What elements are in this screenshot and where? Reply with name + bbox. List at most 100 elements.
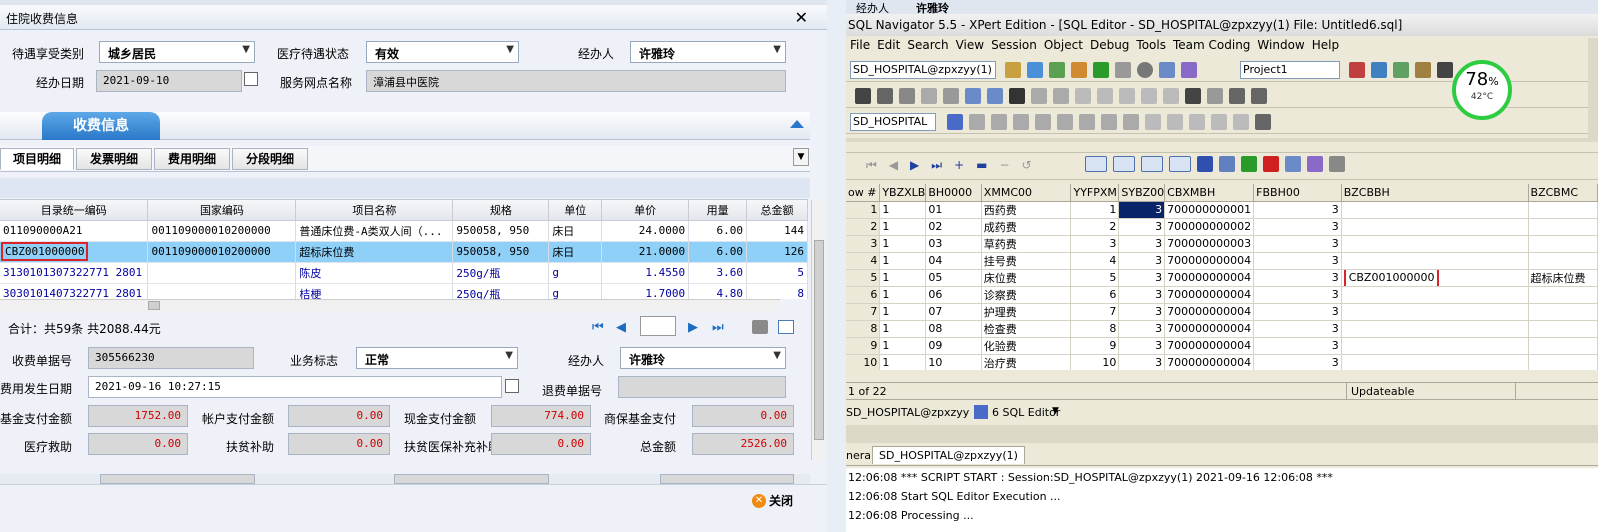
uncomment-icon[interactable]	[1097, 88, 1113, 104]
cancel-icon[interactable]	[1263, 156, 1279, 172]
tool-icon[interactable]	[1101, 114, 1117, 130]
tool-icon[interactable]	[1123, 114, 1139, 130]
table-row[interactable]: 011090000A21 001109000010200000 普通床位费-A类…	[0, 220, 808, 242]
column-header[interactable]: FBBH00	[1253, 184, 1342, 202]
handler-select[interactable]: 许雅玲 ▼	[620, 347, 786, 369]
column-header[interactable]: XMMC00	[981, 184, 1072, 202]
menu-session[interactable]: Session	[991, 38, 1037, 52]
tool-icon[interactable]	[1079, 114, 1095, 130]
insert-record-icon[interactable]: +	[954, 158, 964, 172]
check-icon[interactable]	[1437, 62, 1453, 78]
undo-icon[interactable]	[965, 88, 981, 104]
cut-icon[interactable]	[899, 88, 915, 104]
scroll-thumb[interactable]	[814, 240, 824, 440]
tool-icon[interactable]	[1255, 114, 1271, 130]
menu-edit[interactable]: Edit	[877, 38, 900, 52]
refresh-icon[interactable]	[1241, 156, 1257, 172]
table-cell-focused[interactable]: 3	[1118, 201, 1166, 219]
menu-tools[interactable]: Tools	[1136, 38, 1166, 52]
connect-icon[interactable]	[1005, 62, 1021, 78]
column-header[interactable]: ow #	[846, 184, 881, 202]
column-header[interactable]: YBZXLB	[879, 184, 927, 202]
schema-combo[interactable]: SD_HOSPITAL	[850, 113, 936, 131]
tool-icon[interactable]	[1057, 114, 1073, 130]
export-icon[interactable]	[778, 320, 794, 334]
occur-date-field[interactable]: 2021-09-16 10:27:15	[88, 376, 502, 398]
column-header[interactable]: 总金额	[746, 200, 808, 221]
upper-icon[interactable]	[1119, 88, 1135, 104]
menu-view[interactable]: View	[956, 38, 984, 52]
handler-select[interactable]: 许雅玲 ▼	[630, 41, 786, 63]
project-combo[interactable]: Project1	[1240, 61, 1340, 79]
tab-segment-detail[interactable]: 分段明细	[232, 148, 308, 170]
save-icon[interactable]	[855, 88, 871, 104]
column-header[interactable]: 单位	[548, 200, 603, 221]
form-mode-icon[interactable]	[1219, 156, 1235, 172]
splitter-icon[interactable]	[1329, 156, 1345, 172]
column-header[interactable]: YYFPXM	[1070, 184, 1120, 202]
lower-icon[interactable]	[1141, 88, 1157, 104]
column-header[interactable]: 项目名称	[295, 200, 454, 221]
print-icon[interactable]	[752, 320, 768, 334]
grid-mode-icon[interactable]	[1197, 156, 1213, 172]
tool-icon[interactable]	[1233, 114, 1249, 130]
close-icon[interactable]: ✕	[795, 8, 808, 27]
stop-icon[interactable]	[1137, 62, 1153, 78]
prev-page-icon[interactable]: ◀	[616, 320, 626, 335]
object-icon[interactable]	[1071, 62, 1087, 78]
performance-gauge[interactable]: 78% 42°C	[1452, 60, 1512, 120]
refresh-record-icon[interactable]: ↺	[1022, 158, 1032, 172]
column-header[interactable]: 规格	[452, 200, 550, 221]
describe-icon[interactable]	[947, 114, 963, 130]
table-row[interactable]: 4 1 04 挂号费 4 3 700000000004 3	[846, 252, 1598, 270]
column-header[interactable]: 单价	[601, 200, 690, 221]
tab-fee-detail[interactable]: 费用明细	[154, 148, 230, 170]
close-button[interactable]: ✕ 关闭	[752, 492, 793, 509]
last-record-icon[interactable]: ⏭	[931, 158, 942, 172]
first-record-icon[interactable]: ⏮	[866, 158, 877, 172]
vertical-scrollbar[interactable]	[811, 200, 826, 460]
menu-search[interactable]: Search	[907, 38, 948, 52]
menu-team-coding[interactable]: Team Coding	[1173, 38, 1250, 52]
column-header[interactable]: 国家编码	[147, 200, 297, 221]
session-combo[interactable]: SD_HOSPITAL@zpxzyy(1)	[850, 61, 996, 79]
horizontal-scrollbar[interactable]	[0, 299, 780, 311]
page-number-input[interactable]	[640, 316, 676, 336]
column-header[interactable]: 目录统一编码	[0, 200, 149, 221]
tool-icon[interactable]	[1167, 114, 1183, 130]
next-page-icon[interactable]: ▶	[688, 320, 698, 335]
tab-item-detail[interactable]: 项目明细	[0, 148, 74, 170]
commit-icon[interactable]	[1285, 156, 1301, 172]
tool-icon[interactable]	[1251, 88, 1267, 104]
print-icon[interactable]	[877, 88, 893, 104]
prev-record-icon[interactable]: ◀	[889, 158, 898, 172]
variable-icon[interactable]	[1207, 88, 1223, 104]
first-page-icon[interactable]: ⏮	[592, 320, 604, 335]
table-row[interactable]: 3 1 03 草药费 3 3 700000000003 3	[846, 235, 1598, 253]
editor-tab[interactable]: 6 SQL Editor	[992, 406, 1060, 419]
tool-icon[interactable]	[1145, 114, 1161, 130]
column-header[interactable]: SYBZ00	[1118, 184, 1166, 202]
copy-icon[interactable]	[921, 88, 937, 104]
indent-icon[interactable]	[1031, 88, 1047, 104]
menu-debug[interactable]: Debug	[1090, 38, 1129, 52]
table-row[interactable]: 8 1 08 检查费 8 3 700000000004 3	[846, 320, 1598, 338]
benefit-type-select[interactable]: 城乡居民 ▼	[99, 41, 255, 63]
schema-icon[interactable]	[1371, 62, 1387, 78]
post-record-icon[interactable]: ▬	[976, 158, 987, 172]
tool-icon[interactable]	[969, 114, 985, 130]
last-page-icon[interactable]: ⏭	[712, 320, 724, 335]
format-icon[interactable]	[1163, 88, 1179, 104]
rollback-icon[interactable]	[1181, 62, 1197, 78]
column-header[interactable]: BZCBMC	[1528, 184, 1598, 202]
outdent-icon[interactable]	[1053, 88, 1069, 104]
pause-icon[interactable]	[1115, 62, 1131, 78]
menu-file[interactable]: File	[850, 38, 870, 52]
column-header[interactable]: BZCBBH	[1341, 184, 1529, 202]
table-row[interactable]: 10 1 10 治疗费 10 3 700000000004 3	[846, 354, 1598, 370]
tool-icon[interactable]	[1211, 114, 1227, 130]
column-header[interactable]: 用量	[688, 200, 748, 221]
table-row[interactable]: 6 1 06 诊察费 6 3 700000000004 3	[846, 286, 1598, 304]
treatment-status-select[interactable]: 有效 ▼	[366, 41, 519, 63]
table-row[interactable]: 3130101307322771 2801 陈皮 250g/瓶 g 1.4550…	[0, 262, 808, 284]
